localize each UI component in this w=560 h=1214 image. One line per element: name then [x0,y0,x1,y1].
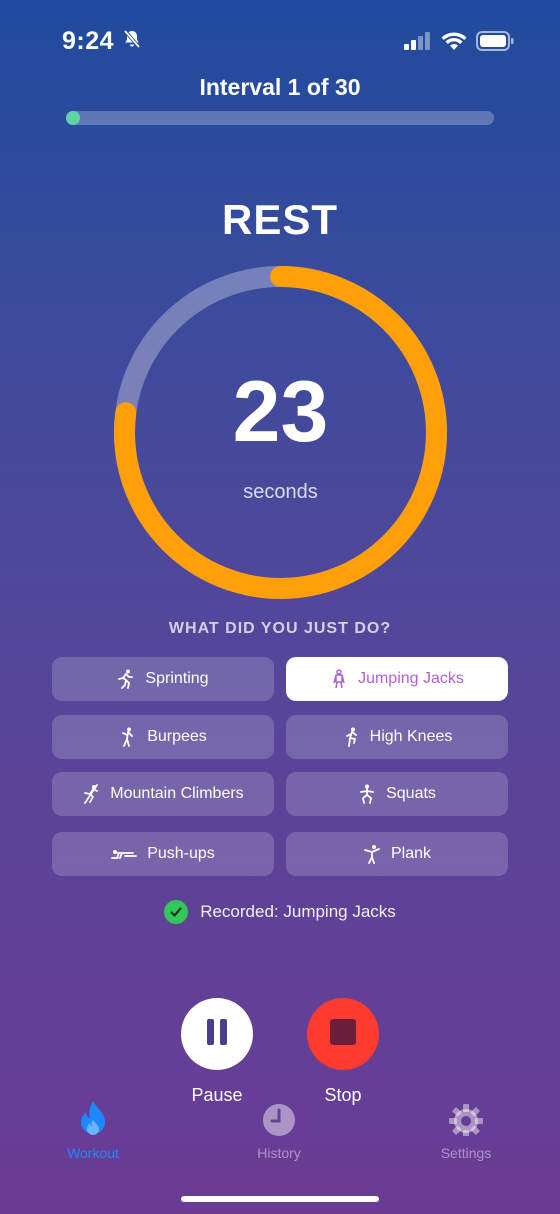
tab-history[interactable]: History [219,1100,339,1161]
mountain-climber-icon [82,784,100,804]
high-knees-icon [342,727,360,747]
stop-icon [330,1018,356,1050]
exercise-label: Mountain Climbers [110,785,244,802]
pause-icon [204,1018,230,1051]
exercise-button-sprinting[interactable]: Sprinting [52,657,274,701]
exercise-question: WHAT DID YOU JUST DO? [168,620,392,637]
stop-control: Stop [307,998,379,1106]
status-time: 9:24 [62,27,142,56]
exercise-label: Sprinting [145,670,209,687]
recorded-text: Recorded: Jumping Jacks [200,902,396,921]
stop-button[interactable] [307,998,379,1070]
tab-bar: Workout History Settings [0,1100,560,1170]
exercise-button-plank[interactable]: Plank [286,832,508,876]
battery-icon [476,31,514,56]
exercise-button-jumping-jacks[interactable]: Jumping Jacks [286,657,508,701]
status-icons [404,31,514,56]
countdown-timer: 23 seconds [113,265,448,600]
silent-bell-icon [122,27,142,56]
exercise-label: Jumping Jacks [358,670,464,687]
push-up-icon [111,844,138,864]
tab-workout[interactable]: Workout [33,1100,153,1161]
countdown-unit: seconds [243,481,318,503]
running-icon [117,669,135,689]
tab-label: Workout [67,1145,119,1161]
exercise-button-high-knees[interactable]: High Knees [286,715,508,759]
interval-progress-fill [66,111,81,125]
exercise-label: Squats [386,785,436,802]
pause-button[interactable] [181,998,253,1070]
home-indicator[interactable] [181,1196,379,1202]
recorded-status: Recorded: Jumping Jacks [0,900,560,924]
tab-label: History [257,1145,301,1161]
phase-title: REST [221,196,338,243]
clock-time: 9:24 [62,27,115,55]
jumping-jacks-icon [330,669,348,689]
cellular-signal-icon [404,32,432,55]
tab-label: Settings [440,1145,492,1161]
burpee-icon [119,727,137,747]
exercise-button-burpees[interactable]: Burpees [52,715,274,759]
wifi-icon [441,31,467,56]
flame-icon [79,1100,107,1139]
checkmark-icon [164,900,189,924]
plank-icon [363,844,381,864]
squat-icon [358,784,376,804]
interval-progress-bar [66,111,494,125]
countdown-seconds: 23 [232,364,329,460]
status-bar: 9:24 [0,0,560,80]
exercise-button-mountain-climbers[interactable]: Mountain Climbers [52,772,274,816]
exercise-label: High Knees [369,728,453,745]
exercise-button-push-ups[interactable]: Push-ups [52,832,274,876]
pause-control: Pause [181,998,253,1106]
interval-label: Interval 1 of 30 [199,74,361,100]
exercise-label: Push-ups [147,845,215,862]
clock-icon [261,1100,297,1139]
exercise-button-squats[interactable]: Squats [286,772,508,816]
tab-settings[interactable]: Settings [406,1100,526,1161]
gear-icon [448,1100,484,1139]
exercise-label: Plank [390,845,432,862]
exercise-label: Burpees [147,728,207,745]
